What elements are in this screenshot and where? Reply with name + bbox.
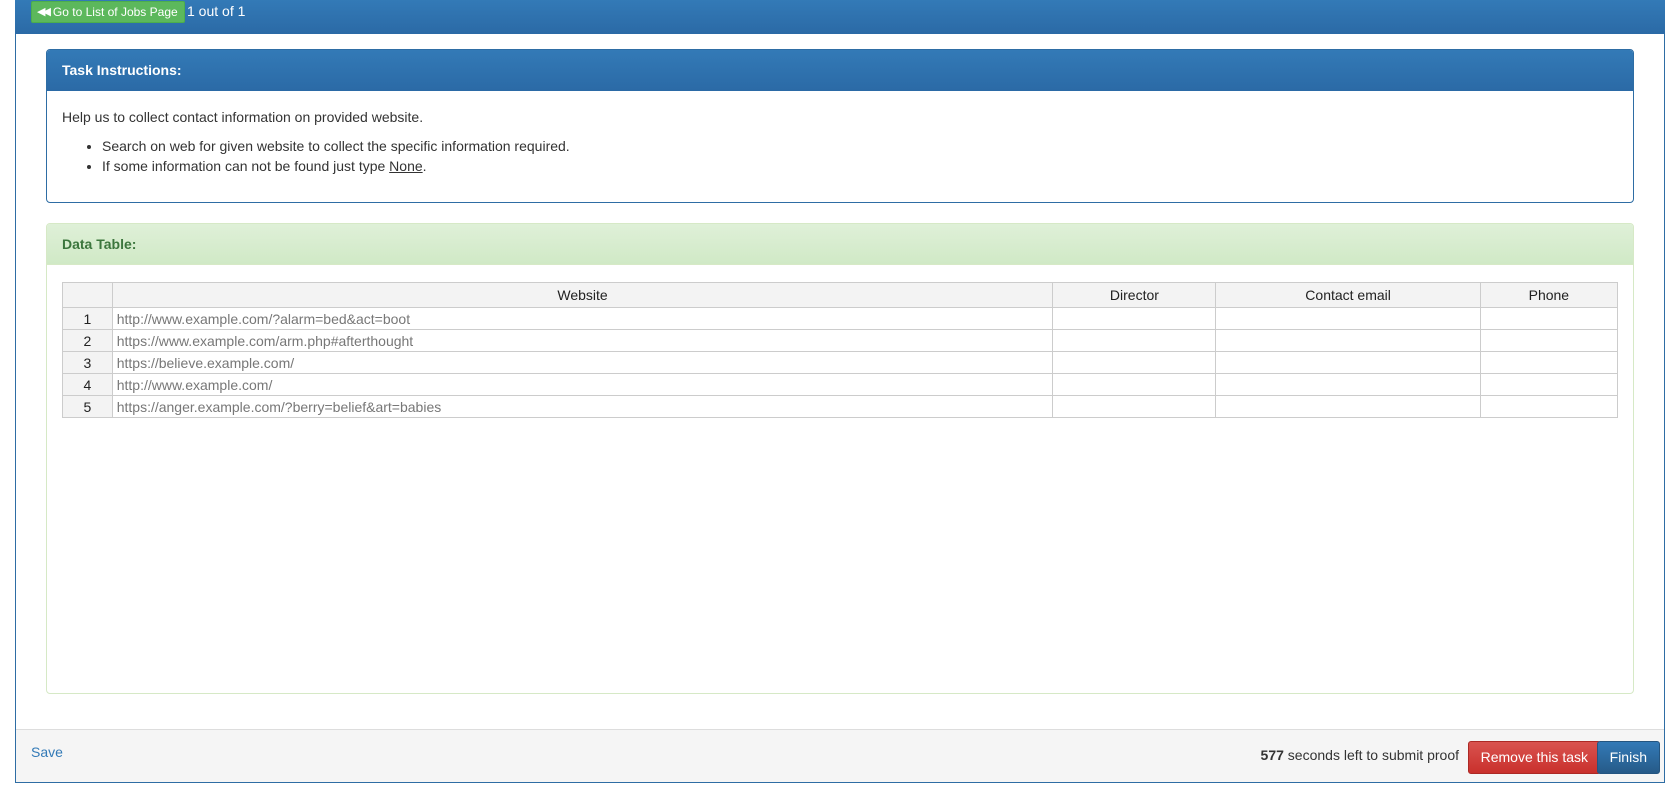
none-keyword: None — [389, 158, 423, 174]
row-number: 3 — [62, 351, 113, 374]
contact-email-cell[interactable] — [1215, 307, 1481, 330]
phone-cell[interactable] — [1479, 395, 1619, 418]
countdown-timer: 577 seconds left to submit proof — [1261, 747, 1459, 763]
go-to-jobs-list-button[interactable]: ◀◀ Go to List of Jobs Page — [31, 1, 185, 23]
contact-email-cell[interactable] — [1215, 395, 1481, 418]
director-cell[interactable] — [1052, 373, 1217, 396]
phone-cell[interactable] — [1479, 307, 1619, 330]
director-cell[interactable] — [1052, 329, 1217, 352]
website-cell: http://www.example.com/?alarm=bed&act=bo… — [111, 307, 1054, 330]
website-cell: https://believe.example.com/ — [111, 351, 1054, 374]
top-bar — [15, 0, 1665, 34]
website-cell: https://www.example.com/arm.php#aftertho… — [111, 329, 1054, 352]
contact-email-cell[interactable] — [1215, 329, 1481, 352]
phone-cell[interactable] — [1479, 373, 1619, 396]
table-row: 1 http://www.example.com/?alarm=bed&act=… — [62, 307, 1619, 330]
seconds-left-value: 577 — [1260, 747, 1284, 763]
data-grid: Website Director Contact email Phone 1 h… — [62, 282, 1619, 418]
director-cell[interactable] — [1052, 395, 1217, 418]
table-row: 2 https://www.example.com/arm.php#aftert… — [62, 329, 1619, 352]
website-cell: http://www.example.com/ — [111, 373, 1054, 396]
instruction-item: If some information can not be found jus… — [102, 156, 1618, 176]
double-chevron-left-icon: ◀◀ — [37, 6, 51, 18]
finish-button[interactable]: Finish — [1596, 741, 1660, 774]
director-cell[interactable] — [1052, 307, 1217, 330]
data-table-panel: Data Table: Website Director Contact ema… — [46, 223, 1634, 694]
instruction-item: Search on web for given website to colle… — [102, 136, 1618, 156]
contact-email-cell[interactable] — [1215, 351, 1481, 374]
job-counter: 1 out of 1 — [187, 3, 246, 19]
row-number: 1 — [62, 307, 113, 330]
header-row: Website Director Contact email Phone — [62, 282, 1619, 308]
task-instructions-panel: Task Instructions: Help us to collect co… — [46, 49, 1634, 203]
timer-text: seconds left to submit proof — [1283, 747, 1459, 763]
row-number: 2 — [62, 329, 113, 352]
phone-cell[interactable] — [1479, 351, 1619, 374]
director-cell[interactable] — [1052, 351, 1217, 374]
go-to-jobs-list-label: Go to List of Jobs Page — [52, 5, 178, 19]
remove-task-button[interactable]: Remove this task — [1467, 741, 1601, 774]
instruction-text: If some information can not be found jus… — [102, 158, 390, 174]
save-link[interactable]: Save — [31, 744, 63, 760]
column-header-contact-email: Contact email — [1215, 282, 1481, 308]
instructions-list: Search on web for given website to colle… — [62, 136, 1618, 176]
task-instructions-title: Task Instructions: — [47, 50, 1633, 91]
footer-bar: Save 577 seconds left to submit proof Re… — [16, 729, 1664, 782]
column-header-website: Website — [111, 282, 1054, 308]
table-row: 4 http://www.example.com/ — [62, 373, 1619, 396]
phone-cell[interactable] — [1479, 329, 1619, 352]
data-table-title: Data Table: — [47, 224, 1633, 265]
website-cell: https://anger.example.com/?berry=belief&… — [111, 395, 1054, 418]
column-header-phone: Phone — [1479, 282, 1619, 308]
column-header-director: Director — [1052, 282, 1217, 308]
row-number: 4 — [62, 373, 113, 396]
table-row: 3 https://believe.example.com/ — [62, 351, 1619, 374]
contact-email-cell[interactable] — [1215, 373, 1481, 396]
instruction-period: . — [422, 158, 427, 174]
instructions-intro: Help us to collect contact information o… — [62, 109, 424, 125]
table-row: 5 https://anger.example.com/?berry=belie… — [62, 395, 1619, 418]
column-header-rownum — [62, 282, 113, 308]
row-number: 5 — [62, 395, 113, 418]
